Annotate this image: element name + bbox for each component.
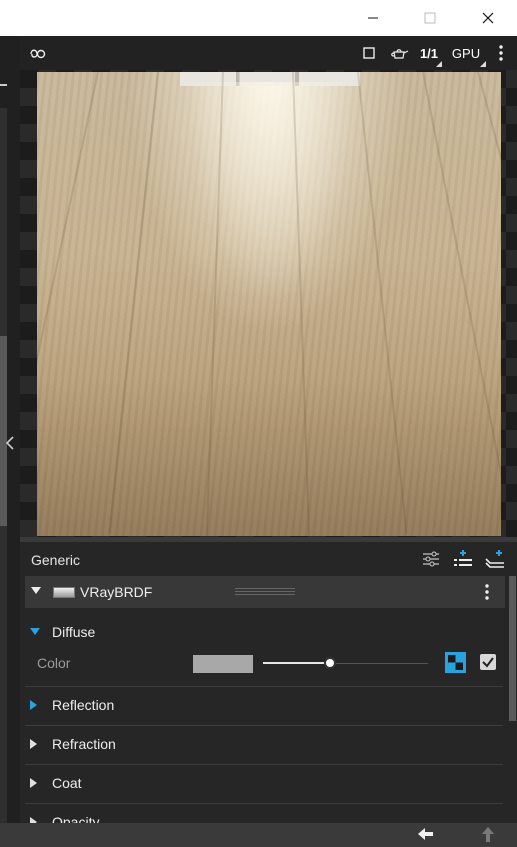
minimize-icon — [367, 17, 378, 19]
brdf-layer-row[interactable]: VRayBRDF — [25, 576, 505, 608]
section-label[interactable]: Reflection — [52, 697, 114, 713]
color-label: Color — [37, 655, 71, 671]
kebab-icon[interactable] — [485, 584, 489, 600]
material-preview-render[interactable] — [37, 72, 501, 536]
material-properties-panel: Generic VRayBRDF Diffuse Color Reflectio… — [20, 542, 517, 823]
section-opacity[interactable]: Opacity — [25, 804, 503, 823]
panel-title: Generic — [31, 552, 81, 568]
section-coat[interactable]: Coat — [25, 765, 503, 804]
diffuse-color-swatch[interactable] — [193, 655, 253, 673]
vray-logo-icon — [30, 49, 46, 59]
engine-label: GPU — [451, 45, 481, 61]
collapse-triangle-icon[interactable] — [31, 587, 41, 595]
collapsed-triangle-icon[interactable] — [30, 739, 38, 749]
diffuse-color-row: Color — [25, 648, 503, 684]
ratio-label: 1/1 — [419, 45, 439, 61]
arrow-up-icon[interactable] — [480, 826, 496, 844]
section-reflection[interactable]: Reflection — [25, 687, 503, 726]
collapsed-triangle-icon[interactable] — [30, 700, 38, 710]
kebab-icon — [499, 45, 503, 61]
toolbar-more-button[interactable] — [494, 36, 508, 70]
section-label[interactable]: Diffuse — [52, 624, 95, 640]
drag-handle[interactable] — [235, 588, 295, 595]
checker-texture-icon[interactable] — [445, 652, 466, 673]
collapsed-triangle-icon[interactable] — [30, 778, 38, 788]
panel-header: Generic — [20, 542, 517, 576]
left-collapsed-panel — [0, 36, 20, 823]
arrow-left-icon[interactable] — [417, 826, 435, 842]
dropdown-corner-icon — [436, 61, 442, 67]
dropdown-corner-icon — [480, 61, 486, 67]
square-region-icon — [363, 47, 375, 59]
region-render-button[interactable] — [358, 36, 380, 70]
diffuse-slider-fill — [263, 662, 329, 664]
panel-scrollbar[interactable] — [509, 576, 516, 721]
expanded-triangle-icon[interactable] — [30, 628, 40, 636]
section-label[interactable]: Coat — [52, 775, 82, 791]
teapot-icon — [391, 49, 409, 59]
left-scroll-thumb[interactable] — [0, 336, 7, 526]
preview-toolbar: 1/1 GPU — [20, 36, 517, 70]
checkmark-icon — [482, 657, 494, 668]
diffuse-enabled-checkbox[interactable] — [480, 654, 496, 670]
close-icon — [482, 12, 493, 24]
close-button[interactable] — [465, 0, 510, 36]
vray-logo-button[interactable] — [26, 36, 50, 70]
resolution-ratio-button[interactable]: 1/1 — [416, 36, 442, 70]
chevron-left-icon[interactable] — [5, 436, 15, 450]
diffuse-slider-knob[interactable] — [324, 657, 336, 669]
window-titlebar — [0, 0, 517, 36]
maximize-button[interactable] — [407, 0, 452, 36]
panel-marker — [0, 84, 7, 86]
add-layer-icon[interactable] — [452, 549, 474, 569]
sliders-icon[interactable] — [420, 549, 442, 569]
minimize-button[interactable] — [350, 0, 395, 36]
brdf-name: VRayBRDF — [80, 584, 153, 600]
preview-shape-button[interactable] — [386, 36, 412, 70]
section-label[interactable]: Opacity — [52, 814, 99, 823]
section-label[interactable]: Refraction — [52, 736, 116, 752]
maximize-icon — [424, 12, 435, 24]
section-refraction[interactable]: Refraction — [25, 726, 503, 765]
render-shadow — [37, 376, 501, 536]
render-light-glow — [187, 82, 357, 302]
render-engine-button[interactable]: GPU — [446, 36, 486, 70]
add-stack-icon[interactable] — [484, 549, 506, 569]
brdf-preview-swatch — [53, 587, 75, 598]
bottom-bar — [0, 823, 517, 847]
